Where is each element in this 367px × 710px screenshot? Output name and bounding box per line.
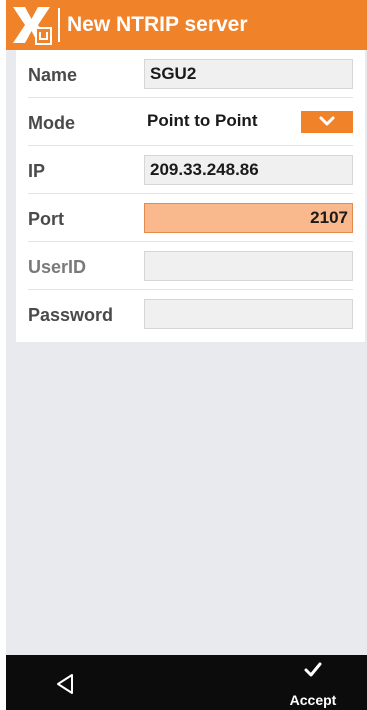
password-row: Password (16, 290, 365, 338)
back-triangle-icon (57, 674, 73, 694)
name-field[interactable]: SGU2 (144, 59, 353, 89)
app-frame: New NTRIP server Name SGU2 Mode Point to… (6, 0, 367, 710)
bottom-navigation-bar: Accept (6, 655, 367, 710)
mode-select-value: Point to Point (147, 111, 258, 130)
password-field[interactable] (144, 299, 353, 329)
mode-label: Mode (28, 113, 75, 133)
page-title: New NTRIP server (67, 13, 248, 36)
userid-row: UserID (16, 242, 365, 290)
header-separator (58, 8, 60, 42)
name-label: Name (28, 65, 78, 85)
password-label: Password (28, 305, 114, 325)
userid-label: UserID (28, 257, 87, 277)
accept-label: Accept (289, 692, 337, 708)
checkmark-icon (304, 662, 322, 677)
app-logo-icon (10, 4, 53, 46)
back-button[interactable] (53, 671, 79, 697)
userid-field[interactable] (144, 251, 353, 281)
port-row: Port 2107 (16, 194, 365, 242)
ip-field[interactable]: 209.33.248.86 (144, 155, 353, 185)
ntrip-server-form: Name SGU2 Mode Point to Point IP 209.33.… (16, 50, 365, 342)
accept-button[interactable]: Accept (280, 659, 346, 708)
app-header: New NTRIP server (6, 0, 367, 50)
ip-row: IP 209.33.248.86 (16, 146, 365, 194)
mode-select[interactable]: Point to Point (144, 107, 353, 137)
mode-row: Mode Point to Point (16, 98, 365, 146)
ip-label: IP (28, 161, 46, 181)
mode-dropdown-button[interactable] (301, 111, 353, 133)
name-row: Name SGU2 (16, 50, 365, 98)
chevron-down-icon (319, 116, 335, 126)
port-label: Port (28, 209, 64, 229)
port-field[interactable]: 2107 (144, 203, 353, 233)
